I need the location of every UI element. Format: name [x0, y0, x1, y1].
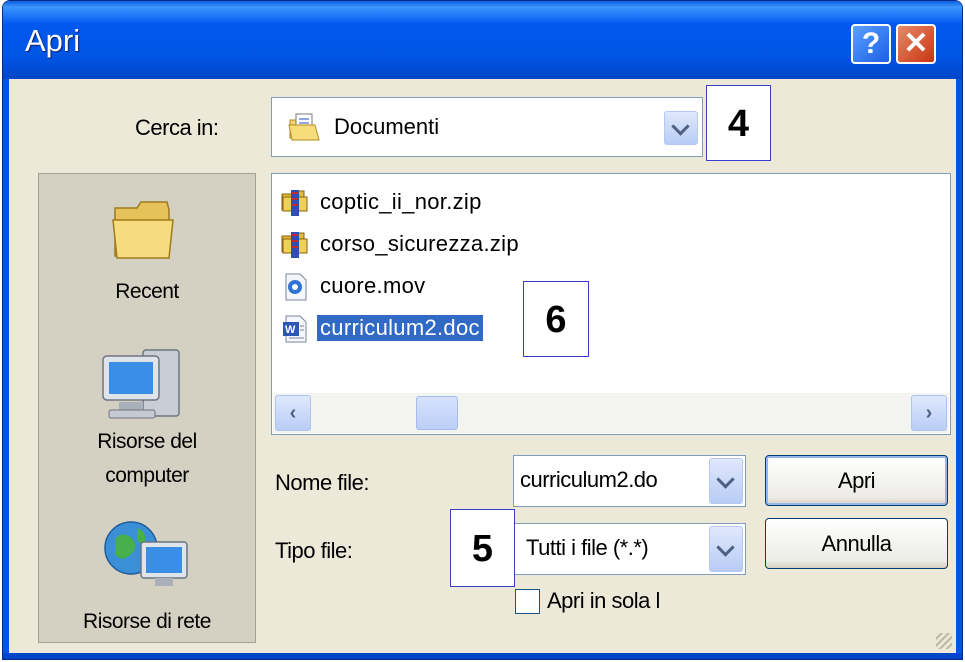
places-item-network[interactable]: Risorse di rete [39, 504, 255, 644]
look-in-value: Documenti [334, 114, 440, 139]
chevron-left-icon: ‹ [289, 402, 297, 424]
places-label-my-computer-1: Risorse del [97, 430, 197, 453]
scroll-left-button[interactable]: ‹ [275, 395, 311, 431]
chevron-right-icon: › [925, 402, 933, 424]
scroll-right-button[interactable]: › [911, 395, 947, 431]
window-border-left [3, 79, 9, 659]
callout-4: 4 [706, 85, 771, 161]
file-name: corso_sicurezza.zip [320, 231, 519, 256]
places-item-recent[interactable]: Recent [39, 174, 255, 324]
svg-text:W: W [285, 324, 296, 336]
network-places-icon [104, 521, 188, 586]
zip-archive-icon [281, 190, 308, 216]
file-name-input[interactable]: curriculum2.do [520, 467, 658, 493]
open-button[interactable]: Apri [765, 455, 948, 506]
scroll-thumb[interactable] [416, 396, 458, 430]
places-bar: Recent Risorse del computer Risorse di r… [38, 173, 256, 643]
window-border-right [956, 79, 962, 659]
title-bar[interactable]: Apri ? ✕ [3, 1, 962, 79]
places-label-my-computer-2: computer [105, 464, 189, 487]
file-type-label: Tipo file: [275, 538, 353, 563]
my-computer-icon [102, 349, 180, 419]
recent-folder-icon [112, 201, 174, 259]
help-button[interactable]: ? [851, 24, 891, 64]
file-name-label: Nome file: [275, 470, 370, 495]
file-name: coptic_ii_nor.zip [320, 189, 482, 214]
file-type-value: Tutti i file (*.*) [526, 535, 649, 560]
file-list[interactable]: coptic_ii_nor.zip corso_sicurezza.zip cu… [271, 173, 951, 435]
callout-5: 5 [450, 509, 515, 587]
file-name-combobox[interactable]: curriculum2.do [513, 455, 746, 507]
cancel-button[interactable]: Annulla [765, 518, 948, 569]
file-type-dropdown-button[interactable] [709, 526, 743, 572]
readonly-label: Apri in sola l [547, 588, 660, 613]
documents-folder-icon [288, 113, 320, 141]
look-in-dropdown[interactable]: Documenti [271, 97, 703, 157]
places-label-recent: Recent [115, 280, 179, 303]
readonly-checkbox[interactable] [515, 589, 540, 614]
file-name: curriculum2.doc [317, 315, 483, 341]
window-border-bottom [3, 653, 962, 659]
close-icon: ✕ [903, 27, 929, 60]
places-label-network: Risorse di rete [83, 610, 211, 633]
open-dialog: Apri ? ✕ Cerca in: Documenti 4 Recent Ri… [2, 0, 963, 660]
file-name: cuore.mov [320, 273, 426, 298]
horizontal-scrollbar[interactable]: ‹ › [273, 393, 949, 433]
resize-grip-icon[interactable] [936, 633, 952, 649]
look-in-dropdown-button[interactable] [664, 111, 698, 145]
zip-archive-icon [281, 232, 308, 258]
window-title: Apri [25, 23, 81, 58]
callout-6: 6 [523, 281, 589, 357]
look-in-label: Cerca in: [135, 115, 219, 140]
video-file-icon [285, 273, 307, 301]
close-button[interactable]: ✕ [896, 24, 936, 64]
word-document-icon: W [283, 315, 307, 343]
file-name-dropdown-button[interactable] [709, 458, 743, 504]
file-type-combobox[interactable]: Tutti i file (*.*) [513, 523, 746, 575]
places-item-my-computer[interactable]: Risorse del computer [39, 334, 255, 494]
help-icon: ? [861, 27, 881, 60]
